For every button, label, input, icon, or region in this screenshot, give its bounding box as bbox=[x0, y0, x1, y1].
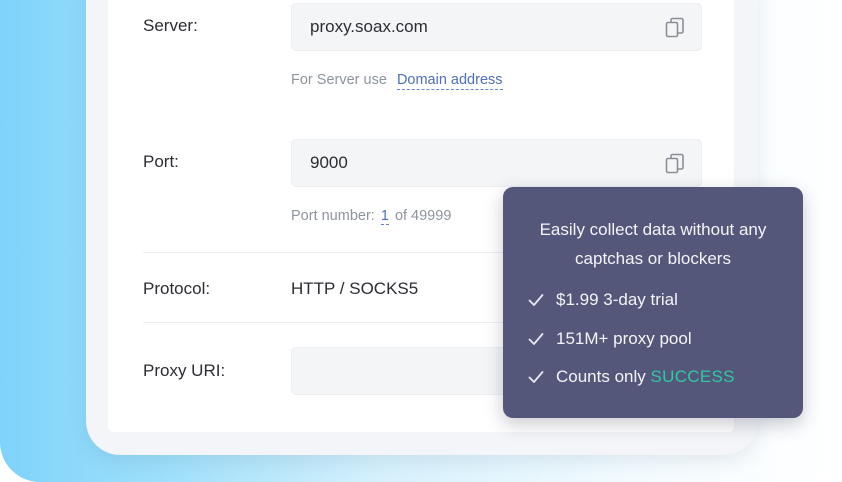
tooltip-item: Counts only SUCCESS bbox=[528, 367, 735, 387]
success-highlight: SUCCESS bbox=[650, 367, 735, 386]
port-number-link[interactable]: 1 bbox=[380, 208, 389, 225]
copy-icon[interactable] bbox=[665, 17, 685, 39]
tooltip-item-text: Counts only bbox=[556, 367, 651, 386]
port-hint: Port number: 1 of 49999 bbox=[291, 208, 452, 225]
proxy-uri-label: Proxy URI: bbox=[143, 361, 226, 380]
port-value: 9000 bbox=[310, 153, 348, 172]
protocol-value: HTTP / SOCKS5 bbox=[291, 279, 419, 298]
port-hint-text: Port number: bbox=[291, 208, 375, 224]
server-label: Server: bbox=[143, 16, 198, 35]
promo-tooltip: Easily collect data without any captchas… bbox=[503, 187, 803, 418]
domain-address-link[interactable]: Domain address bbox=[396, 72, 503, 90]
port-hint-range: of 49999 bbox=[394, 208, 452, 224]
check-icon bbox=[528, 294, 544, 306]
server-hint: For Server use Domain address bbox=[291, 72, 503, 90]
server-value: proxy.soax.com bbox=[310, 17, 428, 36]
tooltip-item-text: $1.99 3-day trial bbox=[556, 290, 678, 309]
server-field[interactable]: proxy.soax.com bbox=[291, 3, 702, 51]
tooltip-item: 151M+ proxy pool bbox=[528, 329, 692, 349]
tooltip-item-text: 151M+ proxy pool bbox=[556, 329, 692, 348]
port-label: Port: bbox=[143, 152, 179, 171]
check-icon bbox=[528, 333, 544, 345]
protocol-label: Protocol: bbox=[143, 279, 211, 298]
check-icon bbox=[528, 371, 544, 383]
copy-icon[interactable] bbox=[665, 153, 685, 175]
server-hint-text: For Server use bbox=[291, 72, 387, 88]
port-field[interactable]: 9000 bbox=[291, 139, 702, 187]
tooltip-title: Easily collect data without any captchas… bbox=[539, 220, 767, 268]
tooltip-item: $1.99 3-day trial bbox=[528, 290, 678, 310]
